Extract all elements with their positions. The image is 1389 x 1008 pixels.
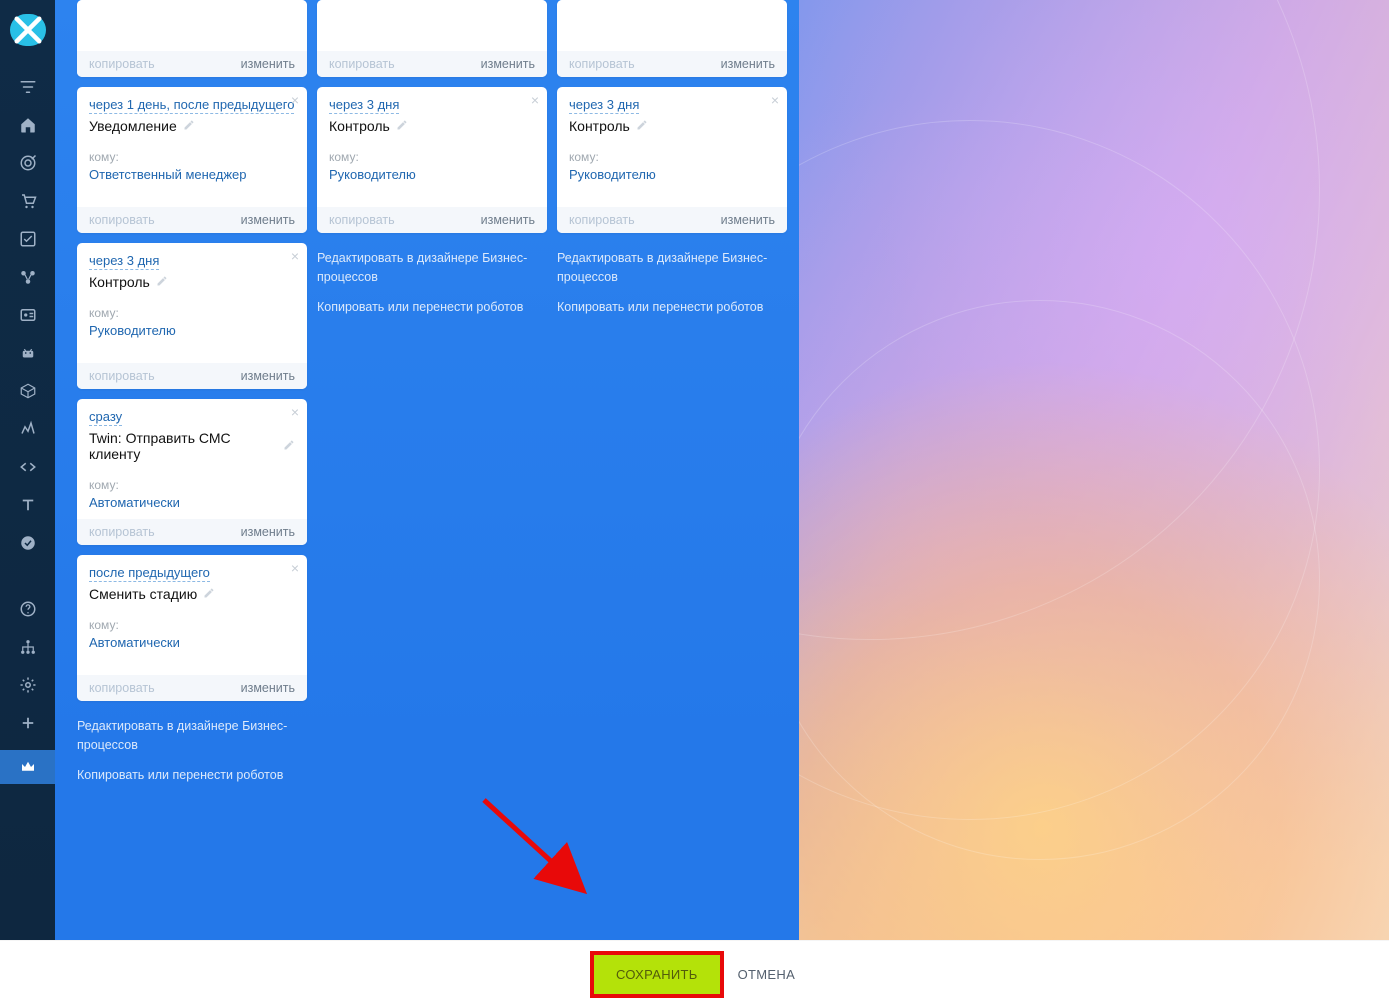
robot-card: ×через 1 день, после предыдущего Уведомле… xyxy=(77,87,307,233)
card-close-icon[interactable]: × xyxy=(771,93,779,107)
card-close-icon[interactable]: × xyxy=(291,249,299,263)
copy-link[interactable]: копировать xyxy=(569,57,635,71)
android-icon[interactable] xyxy=(17,342,39,364)
bg-arc xyxy=(760,300,1320,860)
contact-icon[interactable] xyxy=(17,304,39,326)
robot-card: × через 3 дня Контроль кому: Руководителю коп… xyxy=(317,87,547,233)
copy-robots-link[interactable]: Копировать или перенести роботов xyxy=(77,766,307,785)
card-to-label: кому: xyxy=(89,618,295,632)
edit-link[interactable]: изменить xyxy=(481,213,535,227)
edit-link[interactable]: изменить xyxy=(241,525,295,539)
card-to-label: кому: xyxy=(89,306,295,320)
robots-panel: копироватьизменить×через 1 день, после п… xyxy=(55,0,799,940)
pencil-icon[interactable] xyxy=(283,439,295,454)
card-to-value[interactable]: Руководителю xyxy=(329,167,535,182)
card-title: Контроль xyxy=(89,274,295,290)
home-icon[interactable] xyxy=(17,114,39,136)
robot-card: × через 3 дня Контроль кому: Руководителю коп… xyxy=(77,243,307,389)
cart-icon[interactable] xyxy=(17,190,39,212)
card-to-value[interactable]: Автоматически xyxy=(89,495,295,510)
close-button[interactable] xyxy=(10,14,46,46)
edit-link[interactable]: изменить xyxy=(241,681,295,695)
card-close-icon[interactable]: × xyxy=(291,561,299,575)
crown-icon[interactable] xyxy=(0,750,55,784)
pencil-icon[interactable] xyxy=(203,587,215,602)
card-to-value[interactable]: Руководителю xyxy=(89,323,295,338)
card-timing[interactable]: через 1 день, после предыдущего xyxy=(89,97,294,114)
sitemap-icon[interactable] xyxy=(17,636,39,658)
card-timing[interactable]: сразу xyxy=(89,409,122,426)
card-close-icon[interactable]: × xyxy=(531,93,539,107)
robot-card: копировать изменить xyxy=(317,0,547,77)
footer-bar: СОХРАНИТЬ ОТМЕНА xyxy=(0,940,1389,1008)
copy-link[interactable]: копировать xyxy=(329,213,395,227)
edit-link[interactable]: изменить xyxy=(241,369,295,383)
card-timing[interactable]: через 3 дня xyxy=(329,97,399,114)
copy-link[interactable]: копировать xyxy=(89,213,155,227)
copy-robots-link[interactable]: Копировать или перенести роботов xyxy=(557,298,787,317)
gear-icon[interactable] xyxy=(17,674,39,696)
pencil-icon[interactable] xyxy=(183,119,195,134)
card-close-icon[interactable]: × xyxy=(291,93,299,107)
card-title: Контроль xyxy=(329,118,535,134)
copy-link[interactable]: копировать xyxy=(89,525,155,539)
copy-link[interactable]: копировать xyxy=(329,57,395,71)
card-to-value[interactable]: Ответственный менеджер xyxy=(89,167,295,182)
code-icon[interactable] xyxy=(17,456,39,478)
cancel-button[interactable]: ОТМЕНА xyxy=(738,967,795,982)
card-timing[interactable]: через 3 дня xyxy=(89,253,159,270)
pencil-icon[interactable] xyxy=(156,275,168,290)
card-title: Уведомление xyxy=(89,118,295,134)
box-icon[interactable] xyxy=(17,380,39,402)
copy-link[interactable]: копировать xyxy=(89,369,155,383)
check-circle-icon[interactable] xyxy=(17,532,39,554)
robot-card: копировать изменить xyxy=(557,0,787,77)
card-to-value[interactable]: Автоматически xyxy=(89,635,295,650)
designer-link[interactable]: Редактировать в дизайнере Бизнес-процесс… xyxy=(77,717,307,756)
edit-link[interactable]: изменить xyxy=(481,57,535,71)
sidebar xyxy=(0,0,55,940)
edit-link[interactable]: изменить xyxy=(721,213,775,227)
card-title: Сменить стадию xyxy=(89,586,295,602)
pencil-icon[interactable] xyxy=(396,119,408,134)
plus-icon[interactable] xyxy=(17,712,39,734)
text-icon[interactable] xyxy=(17,494,39,516)
card-to-value[interactable]: Руководителю xyxy=(569,167,775,182)
robot-card: × сразу Twin: Отправить СМС клиенту кому: Ав… xyxy=(77,399,307,545)
edit-link[interactable]: изменить xyxy=(721,57,775,71)
edit-link[interactable]: изменить xyxy=(241,213,295,227)
pencil-icon[interactable] xyxy=(636,119,648,134)
card-timing[interactable]: через 3 дня xyxy=(569,97,639,114)
designer-link[interactable]: Редактировать в дизайнере Бизнес-процесс… xyxy=(317,249,547,288)
card-timing[interactable]: после предыдущего xyxy=(89,565,210,582)
checkbox-icon[interactable] xyxy=(17,228,39,250)
copy-link[interactable]: копировать xyxy=(569,213,635,227)
target-icon[interactable] xyxy=(17,152,39,174)
nodes-icon[interactable] xyxy=(17,266,39,288)
edit-link[interactable]: изменить xyxy=(241,57,295,71)
card-close-icon[interactable]: × xyxy=(291,405,299,419)
card-to-label: кому: xyxy=(89,150,295,164)
chart-icon[interactable] xyxy=(17,418,39,440)
robot-card: × после предыдущего Сменить стадию кому: Авт… xyxy=(77,555,307,701)
designer-link[interactable]: Редактировать в дизайнере Бизнес-процесс… xyxy=(557,249,787,288)
card-title: Twin: Отправить СМС клиенту xyxy=(89,430,295,462)
card-title: Контроль xyxy=(569,118,775,134)
save-button[interactable]: СОХРАНИТЬ xyxy=(594,955,720,994)
robot-card: × через 3 дня Контроль кому: Руководителю коп… xyxy=(557,87,787,233)
card-to-label: кому: xyxy=(329,150,535,164)
help-icon[interactable] xyxy=(17,598,39,620)
copy-robots-link[interactable]: Копировать или перенести роботов xyxy=(317,298,547,317)
card-to-label: кому: xyxy=(89,478,295,492)
filter-icon[interactable] xyxy=(17,76,39,98)
card-to-label: кому: xyxy=(569,150,775,164)
copy-link[interactable]: копировать xyxy=(89,57,155,71)
robot-card: копировать изменить xyxy=(77,0,307,77)
copy-link[interactable]: копировать xyxy=(89,681,155,695)
